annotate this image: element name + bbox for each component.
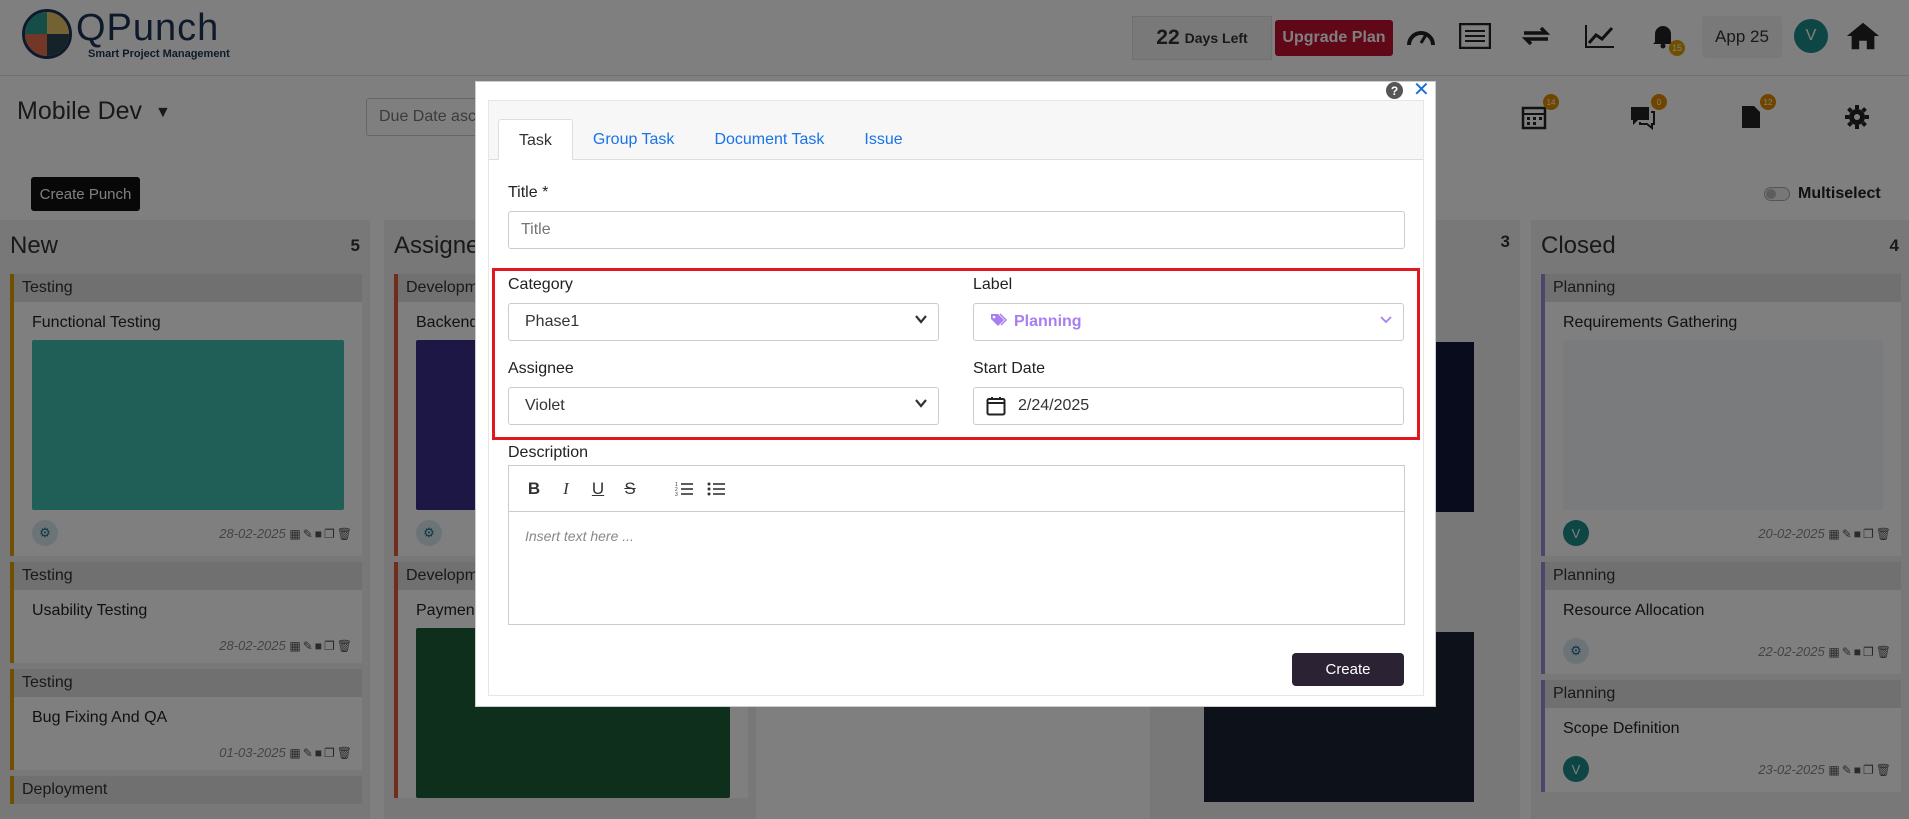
tab-group-task[interactable]: Group Task (573, 119, 695, 160)
title-input[interactable] (508, 211, 1405, 249)
bold-icon[interactable]: B (525, 479, 543, 499)
title-label: Title * (508, 184, 549, 201)
tab-document-task[interactable]: Document Task (694, 119, 844, 160)
strikethrough-icon[interactable]: S (621, 479, 639, 499)
highlight-box (492, 268, 1420, 440)
ordered-list-icon[interactable]: 123 (675, 479, 693, 499)
description-editor[interactable]: B I U S 123 Insert text here ... (508, 465, 1405, 625)
create-button[interactable]: Create (1292, 653, 1404, 686)
underline-icon[interactable]: U (589, 479, 607, 499)
tab-issue[interactable]: Issue (844, 119, 922, 160)
help-icon[interactable]: ? (1386, 82, 1403, 99)
tab-task[interactable]: Task (498, 119, 573, 160)
svg-text:3: 3 (675, 492, 678, 497)
editor-toolbar: B I U S 123 (509, 466, 1404, 512)
task-type-tabs: Task Group Task Document Task Issue (498, 119, 923, 160)
description-input[interactable]: Insert text here ... (509, 512, 1404, 560)
close-icon[interactable]: ✕ (1413, 80, 1430, 100)
bullet-list-icon[interactable] (707, 479, 725, 499)
description-label: Description (508, 444, 589, 461)
italic-icon[interactable]: I (557, 479, 575, 499)
